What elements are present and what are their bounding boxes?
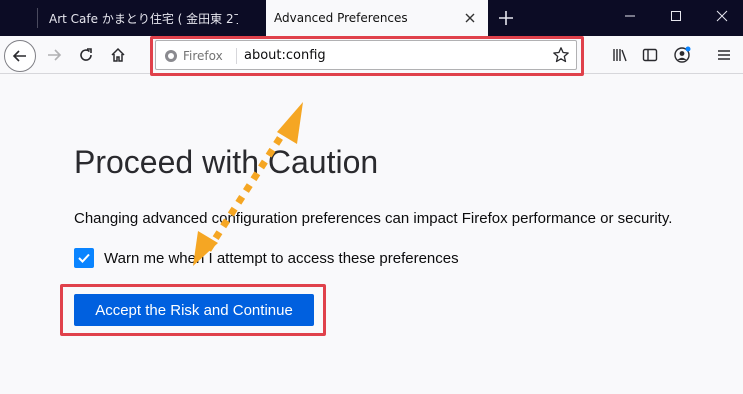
annotation-highlight-button bbox=[60, 284, 326, 336]
tab-advanced-preferences[interactable]: Advanced Preferences bbox=[266, 0, 488, 36]
reload-icon[interactable] bbox=[72, 41, 100, 69]
forward-arrow-icon[interactable] bbox=[40, 41, 68, 69]
library-icon[interactable] bbox=[606, 41, 634, 69]
checkmark-icon bbox=[78, 253, 90, 263]
warn-checkbox-label[interactable]: Warn me when I attempt to access these p… bbox=[104, 250, 459, 267]
tab-label: Advanced Preferences bbox=[274, 11, 408, 25]
close-icon[interactable] bbox=[699, 0, 743, 32]
back-arrow-icon[interactable] bbox=[4, 40, 36, 72]
account-icon[interactable] bbox=[668, 41, 696, 69]
minimize-icon[interactable] bbox=[607, 0, 653, 32]
tab-strip: Art Cafe かまとり住宅 ( 金田東 2丁 Advanced Prefer… bbox=[0, 0, 743, 36]
close-tab-icon[interactable] bbox=[462, 10, 478, 26]
maximize-icon[interactable] bbox=[653, 0, 699, 32]
new-tab-plus-icon[interactable] bbox=[496, 8, 516, 28]
home-icon[interactable] bbox=[104, 41, 132, 69]
page-title: Proceed with Caution bbox=[74, 144, 379, 180]
annotation-highlight-urlbar bbox=[150, 36, 584, 76]
warn-checkbox[interactable] bbox=[74, 248, 94, 268]
sidebar-icon[interactable] bbox=[636, 41, 664, 69]
warning-description: Changing advanced configuration preferen… bbox=[74, 210, 673, 227]
tab-label: Art Cafe かまとり住宅 ( 金田東 2丁 bbox=[49, 11, 238, 26]
menu-hamburger-icon[interactable] bbox=[710, 41, 738, 69]
tab-art-cafe[interactable]: Art Cafe かまとり住宅 ( 金田東 2丁 bbox=[38, 0, 266, 36]
